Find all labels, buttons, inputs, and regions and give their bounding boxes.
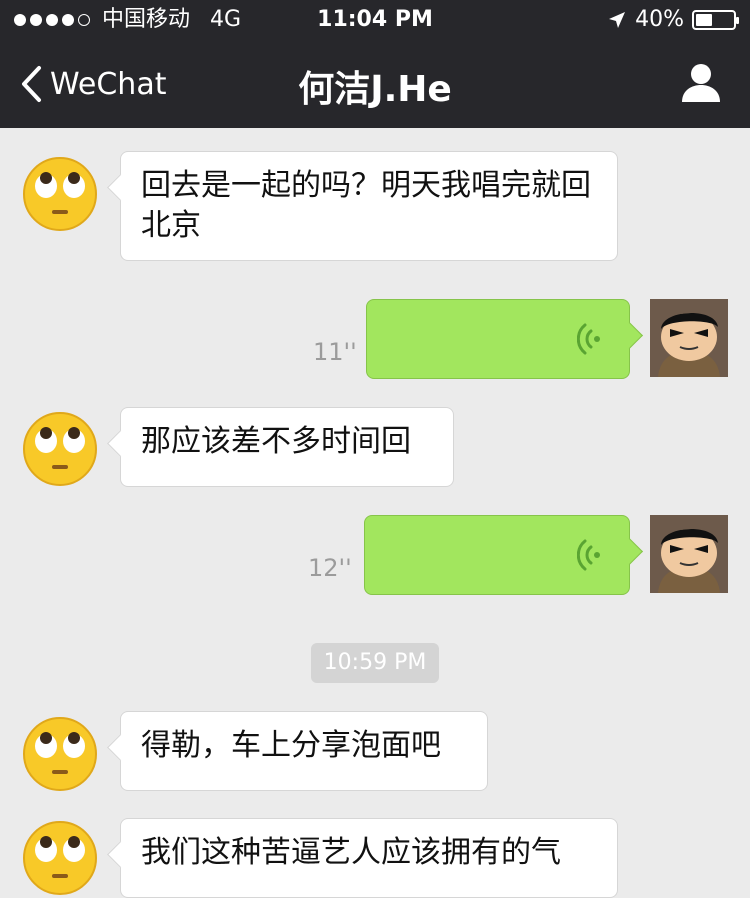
message-bubble-left[interactable]: 我们这种苦逼艺人应该拥有的气 xyxy=(120,818,618,898)
message-bubble-left[interactable]: 得勒，车上分享泡面吧 xyxy=(120,711,488,791)
voice-wave-icon xyxy=(577,323,600,355)
message-bubble-left[interactable]: 回去是一起的吗？明天我唱完就回北京 xyxy=(120,151,618,261)
message-text: 我们这种苦逼艺人应该拥有的气 xyxy=(141,835,561,870)
voice-duration: 12'' xyxy=(308,554,352,582)
eye-roll-emoji-avatar-icon[interactable] xyxy=(22,156,98,232)
chat-title: 何洁J.He xyxy=(298,69,452,110)
voice-message-bubble[interactable] xyxy=(364,515,630,595)
battery-percent: 40% xyxy=(635,7,684,32)
voice-message-bubble[interactable] xyxy=(366,299,630,379)
message-bubble-left[interactable]: 那应该差不多时间回 xyxy=(120,407,454,487)
message-text: 回去是一起的吗？明天我唱完就回北京 xyxy=(141,168,591,243)
person-icon[interactable] xyxy=(680,62,722,104)
status-bar: 中国移动 4G 11:04 PM 40% xyxy=(0,0,750,40)
message-text: 那应该差不多时间回 xyxy=(141,424,411,459)
voice-wave-icon xyxy=(577,539,600,571)
status-right: 40% xyxy=(607,0,739,40)
voice-duration: 11'' xyxy=(313,338,357,366)
nav-bar: WeChat 何洁J.He xyxy=(0,40,750,128)
battery-icon xyxy=(692,10,739,30)
location-arrow-icon xyxy=(609,12,626,28)
eye-roll-emoji-avatar-icon[interactable] xyxy=(22,716,98,792)
my-avatar[interactable] xyxy=(650,299,728,377)
chat-area[interactable]: 回去是一起的吗？明天我唱完就回北京 11'' 那应该差不多时间回 12'' 10… xyxy=(0,128,750,898)
eye-roll-emoji-avatar-icon[interactable] xyxy=(22,820,98,896)
my-avatar[interactable] xyxy=(650,515,728,593)
timestamp-pill: 10:59 PM xyxy=(311,643,439,683)
eye-roll-emoji-avatar-icon[interactable] xyxy=(22,411,98,487)
message-text: 得勒，车上分享泡面吧 xyxy=(141,728,441,763)
top-bar: 中国移动 4G 11:04 PM 40% WeChat 何洁J.He xyxy=(0,0,750,128)
